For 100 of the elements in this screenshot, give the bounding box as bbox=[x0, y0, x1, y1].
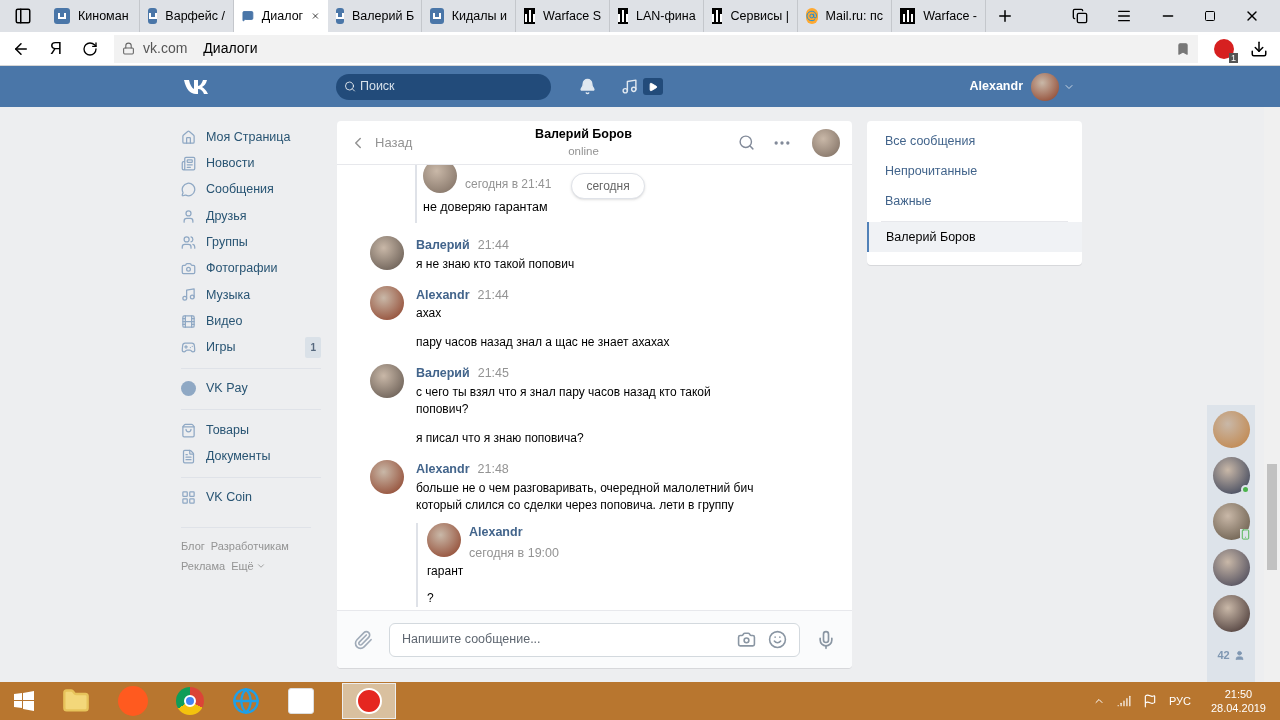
nav-item[interactable]: Игры 1 bbox=[181, 334, 321, 361]
search-icon bbox=[344, 80, 356, 93]
games-icon bbox=[181, 340, 196, 355]
user-name[interactable]: Alexandr bbox=[969, 77, 1023, 96]
bars-favicon-icon bbox=[524, 8, 536, 24]
sender-name[interactable]: Alexandr bbox=[416, 460, 470, 479]
avatar-photo bbox=[370, 285, 404, 320]
music-icon bbox=[181, 287, 196, 303]
browser-tab[interactable]: Диалог bbox=[234, 0, 328, 32]
message-text: гарант bbox=[427, 563, 465, 581]
avatar-photo bbox=[370, 235, 404, 270]
language-indicator[interactable]: РУС bbox=[1168, 692, 1191, 710]
online-count: 42 bbox=[1217, 648, 1230, 663]
message-time: сегодня в 21:41 bbox=[465, 176, 552, 193]
nav-item[interactable]: Моя Страница bbox=[181, 124, 321, 151]
nav-item[interactable]: Музыка bbox=[181, 281, 321, 309]
messages-icon bbox=[181, 182, 196, 198]
nav-item[interactable]: Группы bbox=[181, 229, 321, 256]
bookmark-icon[interactable] bbox=[1176, 41, 1190, 56]
message-time: 21:44 bbox=[477, 286, 509, 304]
chat-title[interactable]: Валерий Боров bbox=[535, 124, 632, 144]
windows-logo-icon[interactable] bbox=[14, 691, 34, 711]
bell-icon[interactable] bbox=[579, 78, 596, 95]
person-icon bbox=[1233, 649, 1245, 661]
nav-item[interactable]: Товары bbox=[181, 416, 321, 444]
nav-item[interactable]: VK Pay bbox=[181, 375, 321, 402]
filter-item[interactable]: Все сообщения bbox=[867, 126, 1082, 156]
nav-item[interactable]: Документы bbox=[181, 443, 321, 470]
home-icon bbox=[181, 129, 196, 145]
lock-icon bbox=[122, 42, 135, 55]
bars-favicon-icon bbox=[712, 8, 723, 24]
sender-name[interactable]: Валерий bbox=[416, 364, 470, 383]
vk-favicon-icon bbox=[336, 8, 344, 24]
search-icon[interactable] bbox=[738, 134, 755, 151]
chrome-icon[interactable] bbox=[176, 687, 204, 715]
avatar-photo bbox=[812, 128, 840, 157]
signal-icon[interactable] bbox=[1116, 694, 1131, 708]
message-time: 21:44 bbox=[477, 236, 509, 254]
nav-item[interactable]: VK Coin bbox=[181, 484, 321, 511]
address-field[interactable]: vk.com Диалоги bbox=[114, 34, 1198, 63]
folder-icon[interactable] bbox=[62, 687, 90, 715]
maximize-icon[interactable] bbox=[1204, 10, 1216, 22]
reload-icon[interactable] bbox=[82, 40, 98, 57]
chat-favicon-icon bbox=[242, 8, 254, 24]
message-input[interactable]: Напишите сообщение... bbox=[389, 622, 800, 657]
sender-name[interactable]: Alexandr bbox=[469, 522, 559, 542]
smile-icon[interactable] bbox=[768, 630, 787, 649]
avatar-photo bbox=[427, 522, 461, 557]
nav-item[interactable]: Фотографии bbox=[181, 255, 321, 282]
search-field[interactable]: Поиск bbox=[336, 73, 551, 100]
yandex-button[interactable]: Я bbox=[46, 35, 66, 62]
message-text: я писал что я знаю поповича? bbox=[416, 430, 585, 447]
flag-icon[interactable] bbox=[1142, 694, 1157, 708]
vk-favicon-icon bbox=[54, 8, 70, 24]
sender-name[interactable]: Валерий bbox=[416, 235, 470, 255]
camera-icon[interactable] bbox=[737, 630, 756, 649]
filter-item[interactable]: Важные bbox=[867, 186, 1082, 216]
download-icon[interactable] bbox=[1250, 39, 1268, 58]
play-button-icon[interactable] bbox=[643, 78, 663, 95]
sender-name[interactable]: Alexandr bbox=[416, 285, 470, 305]
avatar-photo bbox=[423, 165, 457, 193]
date-pill: сегодня bbox=[571, 173, 645, 199]
camera-icon bbox=[181, 261, 196, 277]
filter-item[interactable]: Непрочитанные bbox=[867, 156, 1082, 186]
message-text: я не знаю кто такой попович bbox=[416, 255, 575, 273]
vk-favicon-icon bbox=[430, 8, 444, 24]
message-text: не доверяю гарантам bbox=[423, 199, 549, 216]
avatar-photo bbox=[1031, 72, 1059, 101]
clock-date[interactable]: 28.04.2019 bbox=[1210, 701, 1266, 715]
message-text: ахах bbox=[416, 305, 443, 323]
nav-item[interactable]: Видео bbox=[181, 308, 321, 335]
new-tab-icon[interactable] bbox=[996, 7, 1014, 25]
music-icon[interactable] bbox=[621, 78, 638, 95]
online-status: online bbox=[568, 144, 599, 160]
tabs-icon[interactable] bbox=[1072, 8, 1088, 24]
bag-icon bbox=[181, 422, 196, 438]
menu-icon[interactable] bbox=[1116, 8, 1132, 24]
doc-icon bbox=[181, 448, 196, 464]
paperclip-icon[interactable] bbox=[353, 629, 373, 650]
dialog-item[interactable]: Валерий Боров bbox=[867, 222, 1082, 252]
coin-icon bbox=[181, 490, 196, 506]
microphone-icon[interactable] bbox=[816, 629, 836, 650]
nav-item[interactable]: Новости bbox=[181, 150, 321, 177]
message-text: ? bbox=[427, 590, 435, 608]
message-time: 21:45 bbox=[477, 365, 509, 383]
bars-favicon-icon bbox=[900, 8, 916, 24]
search-input[interactable]: Поиск bbox=[359, 77, 543, 96]
nav-item[interactable]: Друзья bbox=[181, 202, 321, 230]
url-domain: vk.com bbox=[143, 39, 188, 58]
message-time: сегодня в 19:00 bbox=[469, 544, 559, 562]
groups-icon bbox=[181, 234, 196, 250]
friend-icon bbox=[181, 208, 196, 224]
adblock-count: 1 bbox=[1229, 52, 1238, 63]
nav-item[interactable]: Сообщения bbox=[181, 176, 321, 203]
message-text: с чего ты взял что я знал пару часов назад кто такой попович? bbox=[416, 384, 712, 418]
clock-time[interactable]: 21:50 bbox=[1224, 687, 1253, 701]
vk-favicon-icon bbox=[148, 8, 158, 24]
news-icon bbox=[181, 155, 196, 171]
video-icon bbox=[181, 313, 196, 329]
page-title: Диалоги bbox=[203, 39, 258, 58]
